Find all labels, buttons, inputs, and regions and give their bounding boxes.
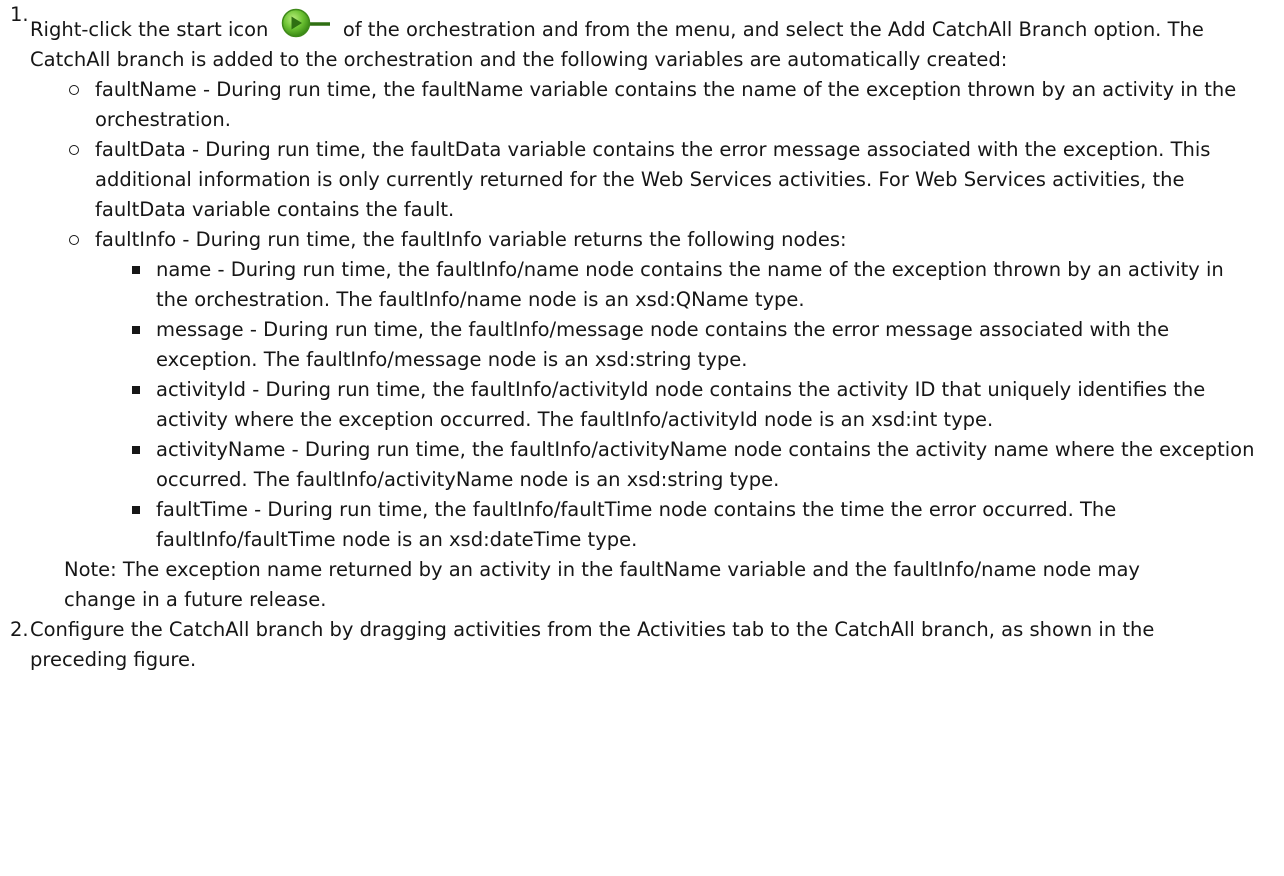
node-item-message: message - During run time, the faultInfo… <box>125 315 1258 375</box>
steps-list: 1. Right-click the start icon of the orc… <box>0 0 1284 675</box>
variables-list: faultName - During run time, the faultNa… <box>30 75 1284 555</box>
step-1: 1. Right-click the start icon of the orc… <box>0 0 1284 615</box>
variable-item-faultinfo: faultInfo - During run time, the faultIn… <box>64 225 1284 555</box>
square-bullet-icon <box>132 506 140 514</box>
step-1-note: Note: The exception name returned by an … <box>64 558 1140 611</box>
variable-text: faultData - During run time, the faultDa… <box>95 138 1211 221</box>
orchestration-start-icon <box>281 8 330 38</box>
square-bullet-icon <box>132 386 140 394</box>
step-2: 2. Configure the CatchAll branch by drag… <box>0 615 1284 675</box>
step-1-text: Right-click the start icon of the orches… <box>30 8 1284 75</box>
square-bullet-icon <box>132 326 140 334</box>
node-text: message - During run time, the faultInfo… <box>156 318 1170 371</box>
step-1-text-before-icon: Right-click the start icon <box>30 18 269 41</box>
node-text: activityName - During run time, the faul… <box>156 438 1255 491</box>
square-bullet-icon <box>132 266 140 274</box>
variable-item-faultdata: faultData - During run time, the faultDa… <box>64 135 1284 225</box>
step-number: 2. <box>10 618 29 641</box>
step-2-text: Configure the CatchAll branch by draggin… <box>30 618 1155 671</box>
circle-bullet-icon <box>69 235 79 245</box>
circle-bullet-icon <box>69 145 79 155</box>
document-page: 1. Right-click the start icon of the orc… <box>0 0 1284 675</box>
node-text: name - During run time, the faultInfo/na… <box>156 258 1224 311</box>
circle-bullet-icon <box>69 85 79 95</box>
node-text: activityId - During run time, the faultI… <box>156 378 1206 431</box>
variable-text: faultName - During run time, the faultNa… <box>95 78 1237 131</box>
node-item-activityid: activityId - During run time, the faultI… <box>125 375 1258 435</box>
step-number: 1. <box>10 3 29 26</box>
node-item-name: name - During run time, the faultInfo/na… <box>125 255 1258 315</box>
node-item-activityname: activityName - During run time, the faul… <box>125 435 1258 495</box>
variable-item-faultname: faultName - During run time, the faultNa… <box>64 75 1284 135</box>
square-bullet-icon <box>132 446 140 454</box>
variable-text: faultInfo - During run time, the faultIn… <box>95 228 847 251</box>
node-text: faultTime - During run time, the faultIn… <box>156 498 1117 551</box>
faultinfo-nodes-list: name - During run time, the faultInfo/na… <box>95 255 1258 555</box>
node-item-faulttime: faultTime - During run time, the faultIn… <box>125 495 1258 555</box>
